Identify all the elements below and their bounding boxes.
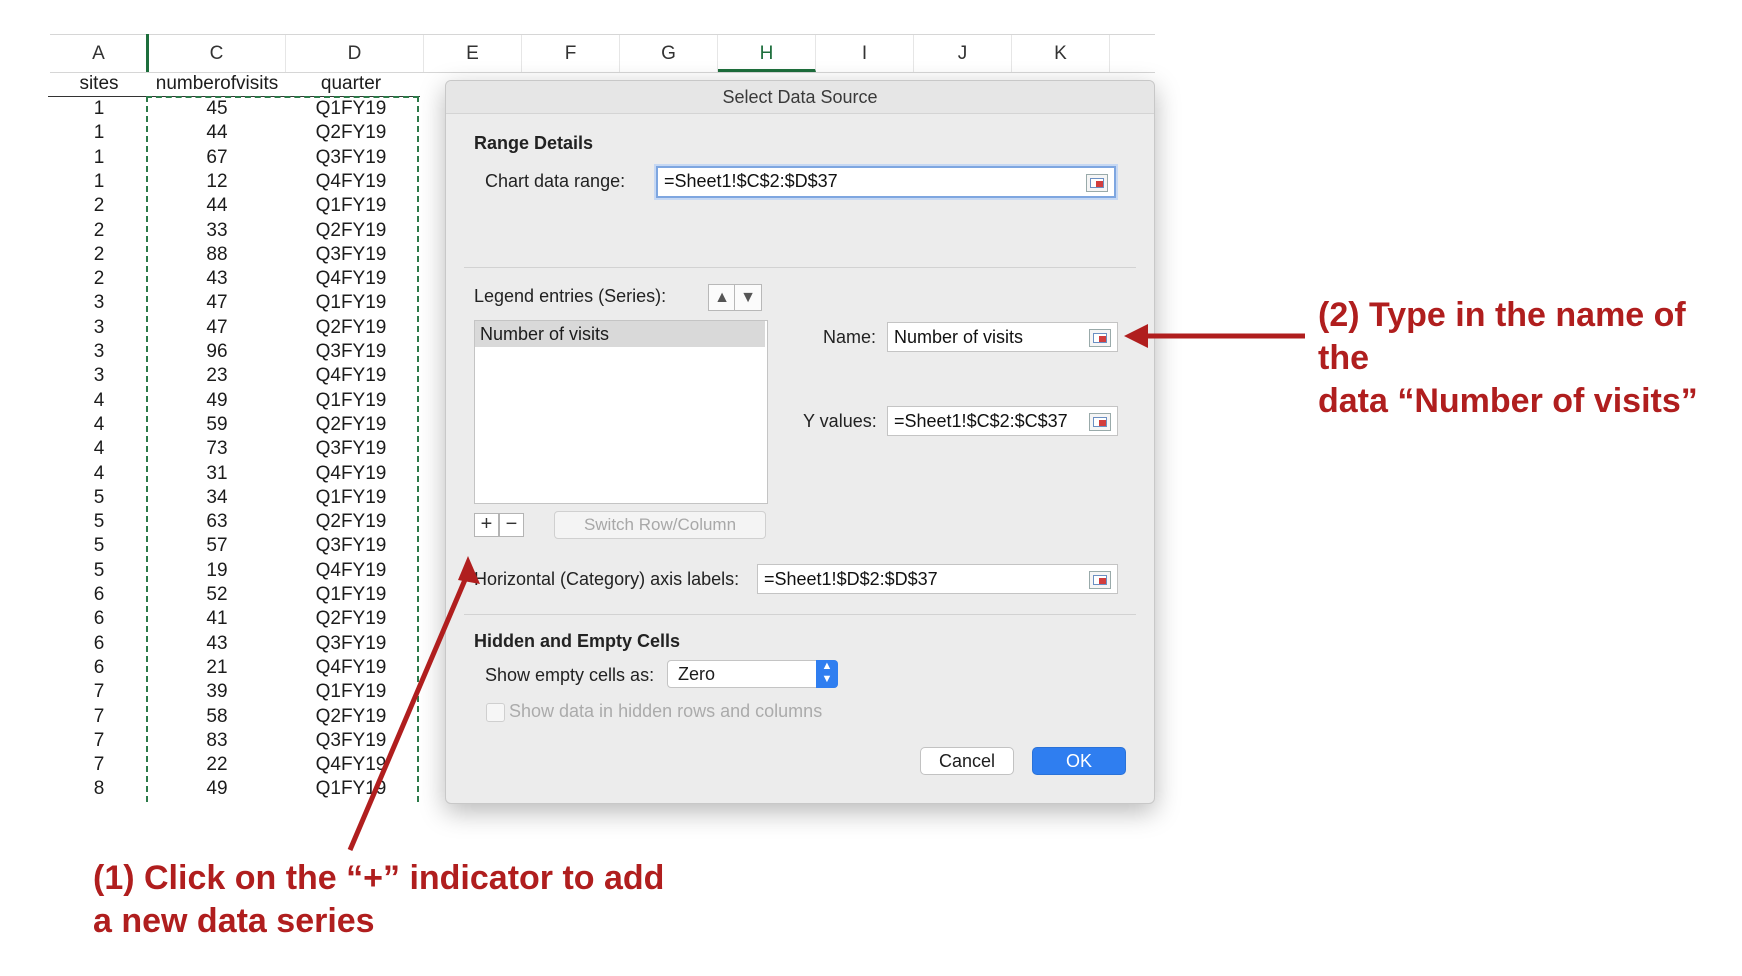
arrowhead-icon: [1124, 324, 1148, 348]
annotation-step2-line2: data “Number of visits”: [1318, 382, 1698, 420]
annotation-step1-line2: a new data series: [93, 902, 375, 940]
annotation-arrows: [347, 324, 1305, 851]
arrow-to-add-button: [347, 567, 473, 851]
annotation-step2-line1: (2) Type in the name of the: [1318, 296, 1686, 377]
annotation-step1-line1: (1) Click on the “+” indicator to add: [93, 859, 665, 897]
annotation-step1: (1) Click on the “+” indicator to add a …: [93, 857, 664, 943]
arrowhead-icon: [458, 556, 480, 584]
annotation-step2: (2) Type in the name of the data “Number…: [1318, 294, 1742, 423]
